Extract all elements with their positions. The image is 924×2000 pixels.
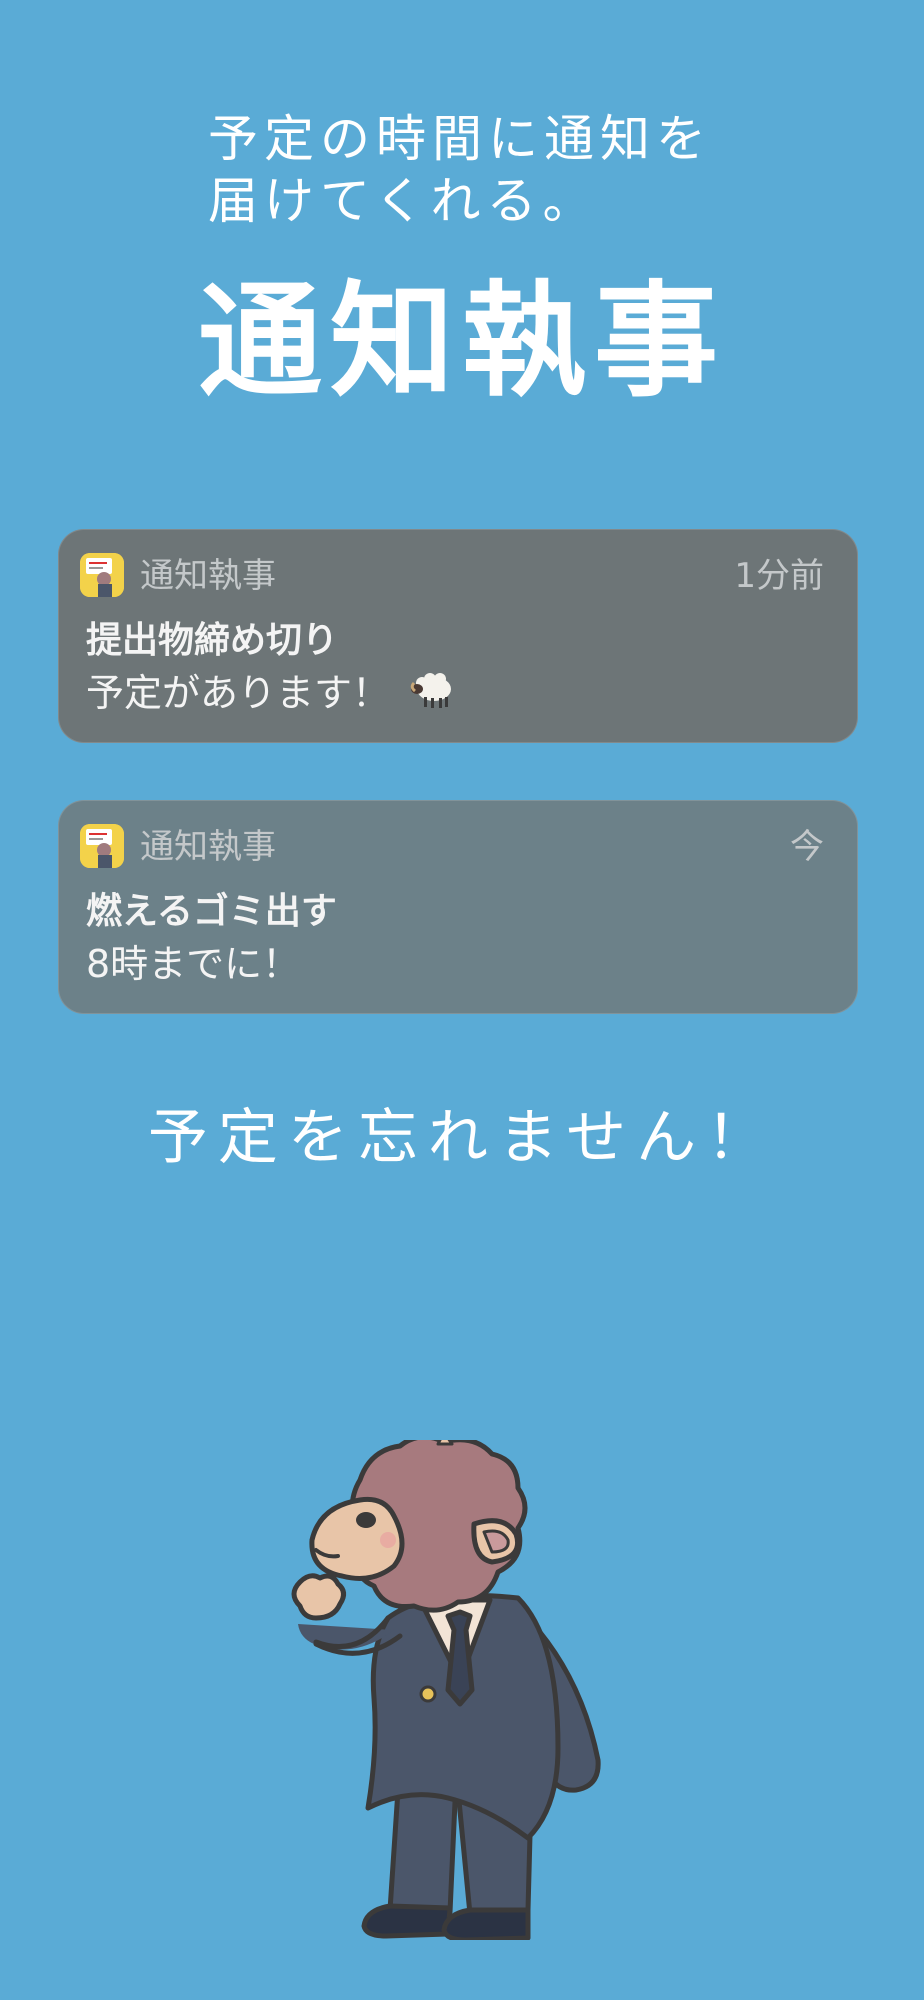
notification-time: 今 <box>790 827 824 867</box>
app-icon <box>80 824 124 868</box>
notification-title: 燃えるゴミ出す <box>86 891 337 932</box>
notification-app-name: 通知執事 <box>140 556 276 596</box>
notification-body: 8時までに！ <box>86 942 301 986</box>
tagline: 予定の時間に通知を 届けてくれる。 <box>208 108 712 232</box>
sheep-emoji-icon <box>408 667 456 724</box>
notification-body-text: 予定があります！ <box>86 671 391 715</box>
butler-sheep-illustration <box>270 1430 630 1944</box>
subtitle: 予定を忘れません！ <box>147 1103 777 1173</box>
notification-time: 1分前 <box>734 556 824 596</box>
notification-app-name: 通知執事 <box>140 827 276 867</box>
tagline-line-1: 予定の時間に通知を <box>208 110 712 168</box>
notification-title: 提出物締め切り <box>86 620 339 661</box>
notification-body: 予定があります！ <box>86 667 456 724</box>
app-title: 通知執事 <box>197 270 726 414</box>
notification-card[interactable]: 通知執事 今 燃えるゴミ出す 8時までに！ <box>58 800 858 1014</box>
notification-card[interactable]: 通知執事 1分前 提出物締め切り 予定があります！ <box>58 529 858 743</box>
tagline-line-2: 届けてくれる。 <box>208 172 599 230</box>
app-icon <box>80 553 124 597</box>
